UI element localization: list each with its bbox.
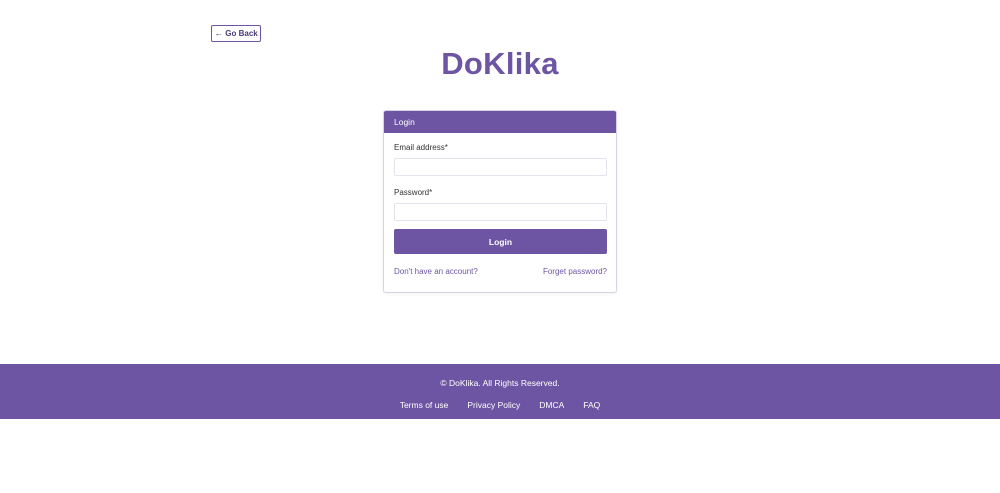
copyright-text: © DoKlika. All Rights Reserved. [440, 378, 560, 388]
login-card: Login Email address* Password* Login Don… [383, 110, 617, 293]
footer-link-dmca[interactable]: DMCA [539, 400, 564, 410]
signup-link[interactable]: Don't have an account? [394, 267, 478, 276]
login-page: ← Go Back DoKlika Login Email address* P… [0, 0, 1000, 493]
email-label: Email address* [394, 143, 448, 152]
login-card-header: Login [384, 111, 616, 133]
footer-link-privacy[interactable]: Privacy Policy [467, 400, 520, 410]
go-back-button[interactable]: ← Go Back [211, 25, 261, 42]
arrow-left-icon: ← [214, 28, 224, 38]
go-back-label: Go Back [225, 29, 258, 38]
login-links: Don't have an account? Forget password? [394, 267, 607, 276]
login-button[interactable]: Login [394, 229, 607, 254]
forgot-password-link[interactable]: Forget password? [543, 267, 607, 276]
login-form: Email address* Password* Login Don't hav… [384, 133, 616, 276]
brand-logo: DoKlika [441, 46, 559, 81]
footer-link-faq[interactable]: FAQ [583, 400, 600, 410]
password-field[interactable] [394, 203, 607, 221]
footer-links: Terms of use Privacy Policy DMCA FAQ [0, 400, 1000, 410]
email-field[interactable] [394, 158, 607, 176]
footer: © DoKlika. All Rights Reserved. Terms of… [0, 364, 1000, 419]
password-label: Password* [394, 188, 433, 197]
footer-link-terms[interactable]: Terms of use [400, 400, 449, 410]
